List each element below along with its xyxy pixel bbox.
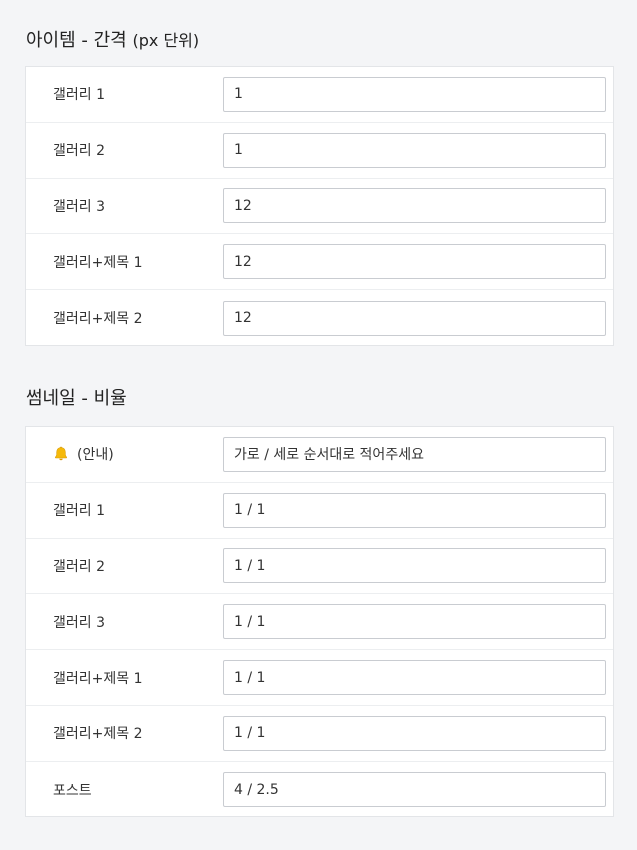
ratio-label-gallery-title-1: 갤러리+제목 1: [53, 670, 143, 687]
spacing-row-gallery-1: 갤러리 1: [26, 67, 613, 123]
spacing-label-gallery-3: 갤러리 3: [53, 198, 105, 215]
spacing-row-gallery-title-1: 갤러리+제목 1: [26, 234, 613, 291]
spacing-row-gallery-title-2: 갤러리+제목 2: [26, 290, 613, 346]
ratio-panel: (안내) 갤러리 1 갤러리 2 갤러리 3 갤러리+제목 1 갤러리+제목 2…: [25, 426, 614, 817]
ratio-input-gallery-title-1[interactable]: [223, 660, 606, 696]
spacing-input-gallery-2[interactable]: [223, 132, 606, 168]
spacing-label-gallery-2: 갤러리 2: [53, 143, 105, 160]
ratio-row-gallery-2: 갤러리 2: [26, 539, 613, 595]
ratio-input-post[interactable]: [223, 772, 606, 808]
spacing-input-gallery-title-2[interactable]: [223, 300, 606, 336]
ratio-row-gallery-1: 갤러리 1: [26, 483, 613, 539]
notice-input[interactable]: [223, 436, 606, 472]
spacing-section-title: 아이템 - 간격 (px 단위): [26, 29, 199, 53]
ratio-input-gallery-1[interactable]: [223, 492, 606, 528]
ratio-row-notice: (안내): [26, 427, 613, 483]
ratio-label-gallery-2: 갤러리 2: [53, 558, 105, 575]
spacing-title-main: 아이템 - 간격: [26, 30, 127, 51]
ratio-row-gallery-title-1: 갤러리+제목 1: [26, 650, 613, 706]
ratio-row-post: 포스트: [26, 762, 613, 818]
notice-label-text: (안내): [77, 447, 114, 464]
ratio-label-post: 포스트: [53, 782, 92, 799]
spacing-title-unit: (px 단위): [132, 31, 200, 50]
ratio-row-gallery-3: 갤러리 3: [26, 594, 613, 651]
ratio-input-gallery-2[interactable]: [223, 548, 606, 584]
ratio-label-gallery-3: 갤러리 3: [53, 614, 105, 631]
spacing-label-gallery-1: 갤러리 1: [53, 87, 105, 104]
spacing-row-gallery-2: 갤러리 2: [26, 123, 613, 179]
spacing-input-gallery-3[interactable]: [223, 188, 606, 224]
ratio-input-gallery-title-2[interactable]: [223, 715, 606, 751]
ratio-input-gallery-3[interactable]: [223, 604, 606, 640]
spacing-panel: 갤러리 1 갤러리 2 갤러리 3 갤러리+제목 1 갤러리+제목 2: [25, 66, 614, 346]
bell-icon: [55, 446, 67, 461]
spacing-input-gallery-title-1[interactable]: [223, 244, 606, 280]
ratio-label-gallery-title-2: 갤러리+제목 2: [53, 726, 143, 743]
spacing-row-gallery-3: 갤러리 3: [26, 179, 613, 235]
ratio-section-title: 썸네일 - 비율: [26, 388, 127, 409]
spacing-label-gallery-title-2: 갤러리+제목 2: [53, 311, 143, 328]
notice-label: (안내): [53, 444, 114, 464]
spacing-input-gallery-1[interactable]: [223, 76, 606, 112]
ratio-row-gallery-title-2: 갤러리+제목 2: [26, 706, 613, 762]
spacing-label-gallery-title-1: 갤러리+제목 1: [53, 254, 143, 271]
ratio-label-gallery-1: 갤러리 1: [53, 503, 105, 520]
